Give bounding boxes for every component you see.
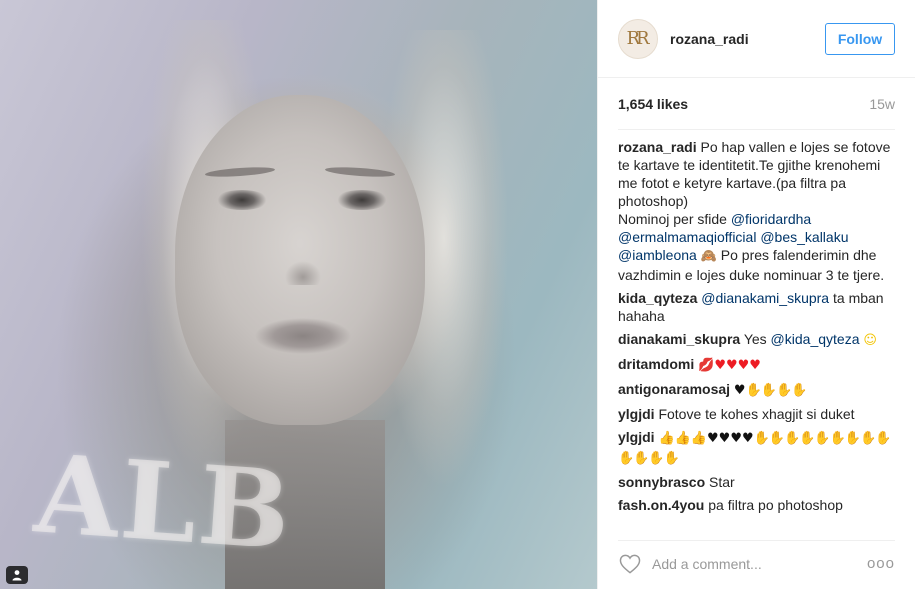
list-item: dianakami_skupra Yes @kida_qyteza ☺ (618, 330, 895, 350)
more-options-icon[interactable]: ooo (867, 555, 895, 572)
comment-text: Star (709, 474, 735, 490)
mention-link[interactable]: @bes_kallaku (760, 229, 848, 245)
photo-eye-left (215, 190, 269, 210)
caption-nominate-text: Nominoj per sfide (618, 211, 727, 227)
comment-text: pa filtra po photoshop (708, 497, 843, 513)
comments-list[interactable]: rozana_radi Po hap vallen e lojes se fot… (598, 130, 915, 532)
list-item: antigonaramosaj ♥✋✋✋✋ (618, 380, 895, 400)
follow-button[interactable]: Follow (825, 22, 895, 55)
post-username[interactable]: rozana_radi (670, 31, 825, 47)
post-photo[interactable]: ALB (0, 0, 597, 589)
black-heart-icon: ♥♥♥♥ (707, 431, 754, 446)
clapping-hands-icon: ✋✋✋✋ (745, 383, 808, 398)
user-tag-icon[interactable] (6, 566, 28, 584)
avatar[interactable]: RR (618, 18, 658, 59)
comment-text: Fotove te kohes xhagjit si duket (658, 406, 855, 422)
list-item: kida_qyteza @dianakami_skupra ta mban ha… (618, 289, 895, 325)
mention-link[interactable]: @fioridardha (731, 211, 811, 227)
add-comment-bar: ooo (618, 540, 895, 586)
list-item: fash.on.4you pa filtra po photoshop (618, 496, 895, 514)
caption-username[interactable]: rozana_radi (618, 139, 697, 155)
comment-text: Yes (743, 331, 767, 347)
see-no-evil-monkey-icon: 🙈 (700, 249, 717, 264)
caption: rozana_radi Po hap vallen e lojes se fot… (618, 138, 895, 284)
post-header: RR rozana_radi Follow (598, 0, 915, 78)
add-comment-input[interactable] (652, 555, 867, 572)
black-heart-icon: ♥ (733, 383, 746, 398)
list-item: dritamdomi 💋♥♥♥♥ (618, 355, 895, 375)
photo-stamp: ALB (30, 431, 297, 575)
comment-username[interactable]: dritamdomi (618, 356, 694, 372)
mention-link[interactable]: @ermalmamaqiofficial (618, 229, 756, 245)
post-time[interactable]: 15w (869, 96, 895, 112)
mention-link[interactable]: @dianakami_skupra (701, 290, 829, 306)
photo-lips (255, 318, 351, 354)
thumbs-up-icon: 👍👍👍 (658, 431, 708, 446)
comment-username[interactable]: ylgjdi (618, 429, 655, 445)
instagram-post: ALB RR rozana_radi Follow 1,654 likes 15… (0, 0, 915, 589)
comment-username[interactable]: antigonaramosaj (618, 381, 730, 397)
heart-outline-icon[interactable] (618, 552, 642, 576)
mention-link[interactable]: @iambleona (618, 247, 697, 263)
comment-username[interactable]: dianakami_skupra (618, 331, 740, 347)
list-item: ylgjdi 👍👍👍♥♥♥♥✋✋✋✋✋✋✋✋✋✋✋✋✋ (618, 428, 895, 468)
list-item: ylgjdi Fotove te kohes xhagjit si duket (618, 405, 895, 423)
comment-username[interactable]: sonnybrasco (618, 474, 705, 490)
comment-username[interactable]: ylgjdi (618, 406, 655, 422)
comment-username[interactable]: fash.on.4you (618, 497, 704, 513)
comment-username[interactable]: kida_qyteza (618, 290, 697, 306)
mention-link[interactable]: @kida_qyteza (771, 331, 860, 347)
photo-eye-right (335, 190, 389, 210)
kiss-lips-icon: 💋 (698, 358, 715, 373)
list-item: sonnybrasco Star (618, 473, 895, 491)
likes-count[interactable]: 1,654 likes (618, 96, 688, 112)
photo-nose (285, 245, 321, 285)
post-side-panel: RR rozana_radi Follow 1,654 likes 15w ro… (597, 0, 915, 589)
smiley-icon: ☺ (863, 333, 877, 348)
likes-row: 1,654 likes 15w (618, 78, 895, 130)
heart-icon: ♥♥♥♥ (714, 358, 761, 373)
